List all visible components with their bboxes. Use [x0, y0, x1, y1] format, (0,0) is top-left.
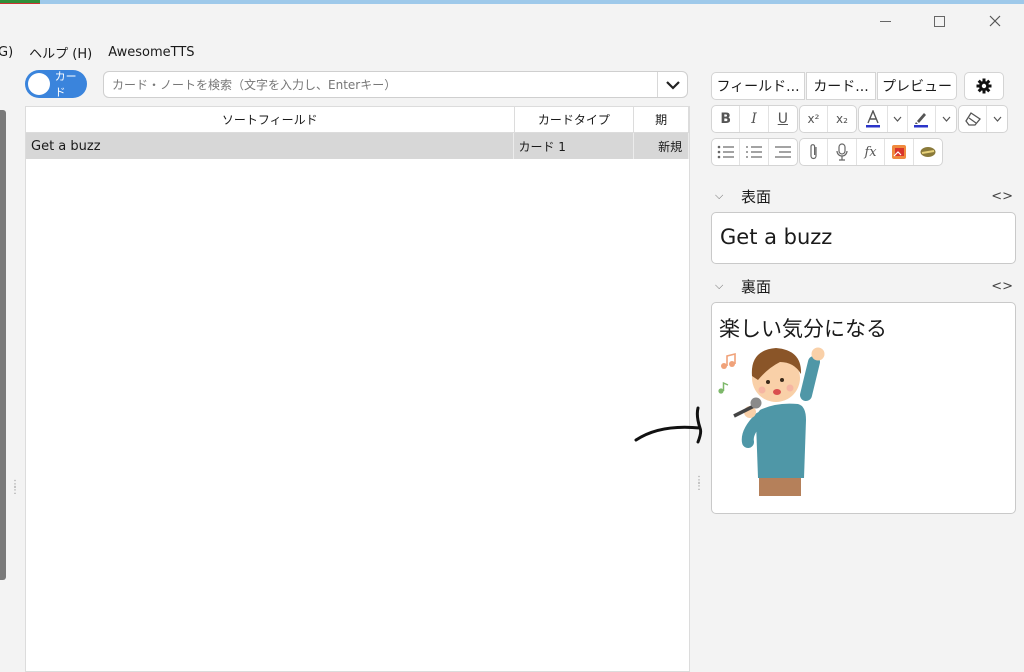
- search-input[interactable]: [104, 72, 657, 97]
- cell-card-type: カード 1: [514, 133, 635, 159]
- record-audio-button[interactable]: [828, 139, 857, 165]
- column-header-due[interactable]: 期: [634, 107, 689, 132]
- eraser-icon: [964, 112, 981, 126]
- field-label-back: 裏面: [741, 277, 772, 296]
- microphone-icon: [836, 143, 848, 161]
- script-format-group: x² x₂: [799, 105, 857, 133]
- chevron-down-icon: [942, 116, 951, 122]
- italic-button[interactable]: I: [740, 106, 769, 132]
- annotation-arrow: [634, 406, 703, 444]
- field-header-back[interactable]: ⌵ 裏面 <>: [715, 276, 1015, 296]
- table-header: ソートフィールド カードタイプ 期: [26, 107, 689, 133]
- image-occlusion-button[interactable]: [885, 139, 914, 165]
- basic-format-group: B I U: [711, 105, 798, 133]
- minimize-button[interactable]: [862, 8, 908, 34]
- italic-icon: I: [751, 111, 757, 127]
- underline-icon: U: [777, 111, 788, 127]
- align-icon: [774, 146, 791, 158]
- splitter-grip-right[interactable]: ⋮ ⋮: [694, 476, 704, 492]
- title-bar-strip: [0, 0, 1024, 4]
- cell-sort-field: Get a buzz: [26, 133, 515, 159]
- awesometts-button[interactable]: [914, 139, 942, 165]
- close-button[interactable]: [972, 8, 1018, 34]
- menu-awesometts[interactable]: AwesomeTTS: [108, 45, 194, 60]
- fields-button[interactable]: フィールド...: [711, 72, 805, 100]
- cell-due: 新規: [634, 133, 689, 159]
- table-row[interactable]: Get a buzz カード 1 新規: [26, 133, 689, 159]
- cards-button[interactable]: カード...: [806, 72, 876, 100]
- paperclip-icon: [810, 144, 817, 160]
- mathjax-button[interactable]: fx: [857, 139, 886, 165]
- justify-button[interactable]: [769, 139, 797, 165]
- search-bar: [103, 71, 688, 98]
- toggle-label: カード: [54, 70, 77, 99]
- bullet-list-button[interactable]: [712, 139, 741, 165]
- function-icon: fx: [864, 144, 877, 160]
- settings-button[interactable]: [964, 72, 1004, 100]
- maximize-button[interactable]: [916, 8, 962, 34]
- eraser-dropdown[interactable]: [987, 106, 1007, 132]
- speaker-bubble-icon: [920, 147, 936, 157]
- menubar: G) ヘルプ (H) AwesomeTTS: [0, 42, 211, 62]
- field-label-front: 表面: [741, 187, 772, 206]
- search-history-dropdown[interactable]: [657, 72, 687, 97]
- html-editor-toggle-icon[interactable]: <>: [991, 279, 1013, 294]
- collapse-chevron-icon[interactable]: ⌵: [715, 189, 735, 203]
- preview-button[interactable]: プレビュー: [877, 72, 957, 100]
- chevron-down-icon: [665, 80, 680, 90]
- text-color-button[interactable]: [859, 106, 888, 132]
- html-editor-toggle-icon[interactable]: <>: [991, 189, 1013, 204]
- card-table: ソートフィールド カードタイプ 期 Get a buzz カード 1 新規: [25, 106, 690, 672]
- text-color-icon: [865, 110, 880, 128]
- text-color-dropdown[interactable]: [888, 106, 908, 132]
- close-icon: [989, 15, 1001, 27]
- menu-go[interactable]: G): [0, 45, 13, 60]
- superscript-icon: x²: [807, 112, 820, 126]
- maximize-icon: [933, 15, 945, 27]
- subscript-icon: x₂: [836, 112, 848, 126]
- superscript-button[interactable]: x²: [800, 106, 829, 132]
- eraser-button[interactable]: [959, 106, 988, 132]
- attach-button[interactable]: [800, 139, 829, 165]
- gear-icon: [976, 78, 992, 94]
- subscript-button[interactable]: x₂: [828, 106, 856, 132]
- bullet-list-icon: [717, 145, 734, 159]
- app-icon: [0, 0, 40, 4]
- numbered-list-icon: [746, 146, 763, 158]
- highlight-color-dropdown[interactable]: [936, 106, 956, 132]
- highlight-color-button[interactable]: [908, 106, 937, 132]
- splitter-grip-left[interactable]: ⋮ ⋮: [10, 480, 20, 496]
- menu-help[interactable]: ヘルプ (H): [29, 43, 92, 62]
- image-occlusion-icon: [891, 145, 906, 159]
- field-value-back: 楽しい気分になる: [719, 317, 887, 341]
- bold-icon: B: [720, 111, 731, 127]
- singing-man-illustration: [718, 347, 825, 496]
- column-header-sort-field[interactable]: ソートフィールド: [26, 107, 515, 132]
- insert-group: fx: [799, 138, 943, 166]
- field-header-front[interactable]: ⌵ 表面 <>: [715, 186, 1015, 206]
- chevron-down-icon: [993, 116, 1002, 122]
- column-header-card-type[interactable]: カードタイプ: [515, 107, 635, 132]
- clear-format-group: [958, 105, 1008, 133]
- list-format-group: [711, 138, 798, 166]
- minimize-icon: [879, 20, 891, 22]
- numbered-list-button[interactable]: [740, 139, 769, 165]
- field-editor-front[interactable]: Get a buzz: [711, 212, 1016, 264]
- sidebar-collapsed-edge: [0, 110, 6, 580]
- field-value-front: Get a buzz: [720, 225, 833, 249]
- cards-notes-toggle[interactable]: カード: [25, 70, 87, 99]
- color-format-group: [858, 105, 957, 133]
- underline-button[interactable]: U: [769, 106, 797, 132]
- bold-button[interactable]: B: [712, 106, 741, 132]
- toggle-knob: [28, 73, 50, 95]
- collapse-chevron-icon[interactable]: ⌵: [715, 279, 735, 293]
- highlighter-icon: [914, 113, 929, 128]
- chevron-down-icon: [893, 116, 902, 122]
